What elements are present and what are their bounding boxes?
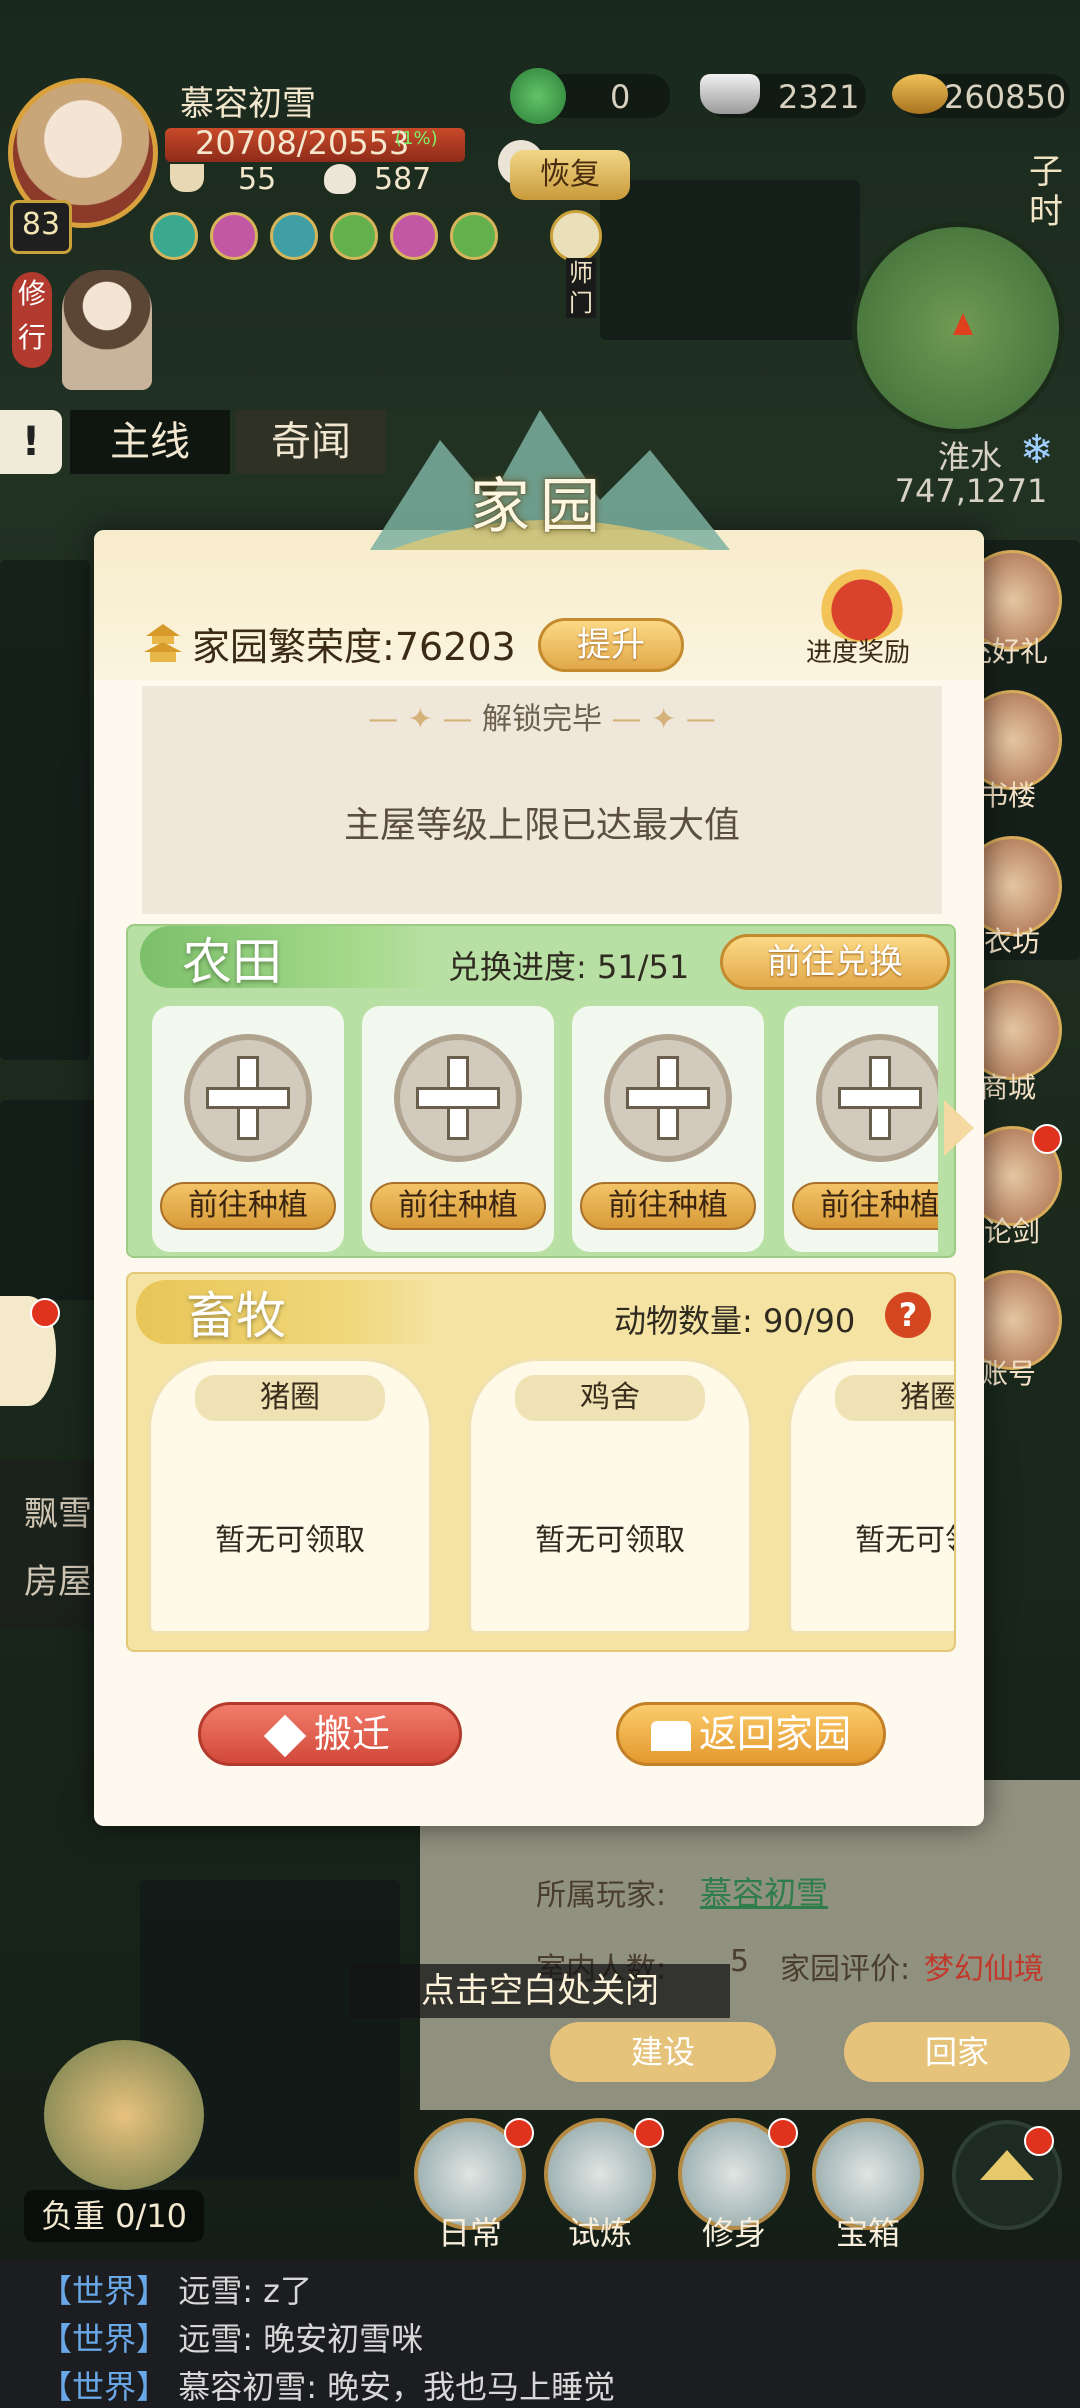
hp-percent: (1%) xyxy=(395,128,438,149)
dumpling-icon xyxy=(324,164,356,194)
close-hint: 点击空白处关闭 xyxy=(350,1964,730,2018)
quest-tabs: 主线 奇闻 xyxy=(70,410,390,474)
farm-title: 农田 xyxy=(182,933,282,991)
expand-red-dot xyxy=(1024,2126,1054,2156)
livestock-pen[interactable]: 猪圈 暂无可领取 xyxy=(148,1358,432,1634)
go-exchange-button[interactable]: 前往兑换 xyxy=(720,934,950,990)
add-plot-icon xyxy=(816,1034,938,1162)
unlock-message: 主屋等级上限已达最大值 xyxy=(343,805,740,846)
treasure-label: 宝箱 xyxy=(835,2214,900,2252)
time-of-day: 子时 xyxy=(1029,152,1063,232)
arena-red-dot xyxy=(1032,1124,1062,1154)
chat-line: 【世界】 慕容初雪: 晚安，我也马上睡觉 xyxy=(40,2368,616,2406)
add-plot-icon xyxy=(394,1034,522,1162)
minimap[interactable] xyxy=(852,222,1064,434)
cultivation-label: 修身 xyxy=(701,2214,766,2252)
daily-label: 日常 xyxy=(437,2214,502,2252)
carry-weight: 负重 0/10 xyxy=(24,2190,204,2242)
go-plant-button[interactable]: 前往种植 xyxy=(580,1182,756,1230)
stat-dumpling: 587 xyxy=(374,162,432,197)
livestock-pen[interactable]: 猪圈 暂无可领取 xyxy=(788,1358,954,1634)
herb-buff-icon-2[interactable] xyxy=(450,212,498,260)
coin-currency[interactable]: 260850 xyxy=(892,74,1070,118)
tab-rumors[interactable]: 奇闻 xyxy=(236,410,386,474)
farm-plot[interactable]: 前往种植 xyxy=(572,1006,764,1252)
build-button[interactable]: 建设 xyxy=(550,2022,776,2082)
animal-count: 动物数量: 90/90 xyxy=(614,1302,856,1340)
trial-label: 试炼 xyxy=(567,2214,632,2252)
livestock-title: 畜牧 xyxy=(186,1287,286,1345)
prosperity-value: 76203 xyxy=(394,625,516,669)
recover-button[interactable]: 恢复 xyxy=(510,150,630,200)
buff-row xyxy=(150,212,580,266)
modal-title: 家园 xyxy=(470,472,610,542)
player-level-badge: 83 xyxy=(10,200,72,254)
cultivation-red-dot xyxy=(768,2118,798,2148)
coin-icon xyxy=(892,74,948,114)
go-home-button[interactable]: 回家 xyxy=(844,2022,1070,2082)
world-chat[interactable]: 【世界】 远雪: z了 【世界】 远雪: 晚安初雪咪 【世界】 慕容初雪: 晚安… xyxy=(0,2260,1080,2408)
reward-bag-icon[interactable] xyxy=(815,562,909,642)
jade-icon xyxy=(510,68,566,124)
trial-red-dot xyxy=(634,2118,664,2148)
farm-plot[interactable]: 前往种植 xyxy=(784,1006,938,1252)
flower-buff-icon[interactable] xyxy=(210,212,258,260)
livestock-pen[interactable]: 鸡舍 暂无可领取 xyxy=(468,1358,752,1634)
food-bowl-icon xyxy=(170,164,204,192)
farm-plot[interactable]: 前往种植 xyxy=(152,1006,344,1252)
cultivate-badge[interactable]: 修行 xyxy=(12,272,52,368)
sect-label: 师门 xyxy=(566,258,596,318)
chat-line: 【世界】 远雪: 晚安初雪咪 xyxy=(40,2320,424,2358)
return-home-button[interactable]: 返回家园 xyxy=(616,1702,886,1766)
silver-ingot-icon xyxy=(700,74,760,114)
quest-alert-icon[interactable]: ! xyxy=(0,410,62,474)
upgrade-prosperity-button[interactable]: 提升 xyxy=(538,618,684,672)
eye-buff-icon[interactable] xyxy=(270,212,318,260)
go-plant-button[interactable]: 前往种植 xyxy=(792,1182,938,1230)
sect-icon[interactable] xyxy=(550,210,602,262)
go-plant-button[interactable]: 前往种植 xyxy=(160,1182,336,1230)
add-plot-icon xyxy=(604,1034,732,1162)
companion-character[interactable] xyxy=(62,270,152,390)
flower-buff-icon-2[interactable] xyxy=(390,212,438,260)
chat-red-dot xyxy=(30,1298,60,1328)
relocate-icon xyxy=(263,1714,307,1758)
chat-line: 【世界】 远雪: z了 xyxy=(40,2272,312,2310)
unlock-title: — ✦ — 解锁完毕 — ✦ — xyxy=(368,702,716,737)
chevron-up-icon xyxy=(980,2150,1034,2180)
snowflake-icon: ❄ xyxy=(1020,427,1054,473)
livestock-banner xyxy=(136,1280,436,1344)
go-plant-button[interactable]: 前往种植 xyxy=(370,1182,546,1230)
house-info-card: 所属玩家: 慕容初雪 室内人数: 5 家园评价: 梦幻仙境 建设 回家 xyxy=(420,1780,1080,2110)
farm-plot-list: 前往种植 前往种植 前往种植 前往种植 xyxy=(152,1006,938,1252)
prosperity-label: 家园繁荣度:76203 xyxy=(192,625,516,669)
owner-name-link[interactable]: 慕容初雪 xyxy=(700,1868,828,1914)
silver-currency[interactable]: 2321 xyxy=(700,74,866,118)
player-position-marker xyxy=(953,313,973,335)
farm-plot[interactable]: 前往种植 xyxy=(362,1006,554,1252)
pagoda-icon xyxy=(144,624,182,662)
help-icon[interactable]: ? xyxy=(885,1292,931,1338)
farm-exchange-progress: 兑换进度: 51/51 xyxy=(448,948,690,986)
daily-red-dot xyxy=(504,2118,534,2148)
relocate-button[interactable]: 搬迁 xyxy=(198,1702,462,1766)
stat-food: 55 xyxy=(238,162,277,197)
vendor-stall-icon[interactable] xyxy=(44,2040,204,2190)
scroll-right-arrow-icon[interactable] xyxy=(944,1100,974,1156)
add-plot-icon xyxy=(184,1034,312,1162)
tab-main-quest[interactable]: 主线 xyxy=(70,410,230,474)
music-buff-icon[interactable] xyxy=(150,212,198,260)
player-name: 慕容初雪 xyxy=(180,84,316,124)
herb-buff-icon[interactable] xyxy=(330,212,378,260)
hp-text: 20708/20553 xyxy=(195,124,410,162)
house-icon xyxy=(650,1721,691,1751)
jade-currency[interactable]: 0 xyxy=(510,68,670,124)
left-info-panel[interactable]: 飘雪 房屋 xyxy=(0,1460,94,1630)
map-coordinates: 747,1271 xyxy=(894,472,1048,510)
progress-reward-label[interactable]: 进度奖励 xyxy=(806,632,910,669)
